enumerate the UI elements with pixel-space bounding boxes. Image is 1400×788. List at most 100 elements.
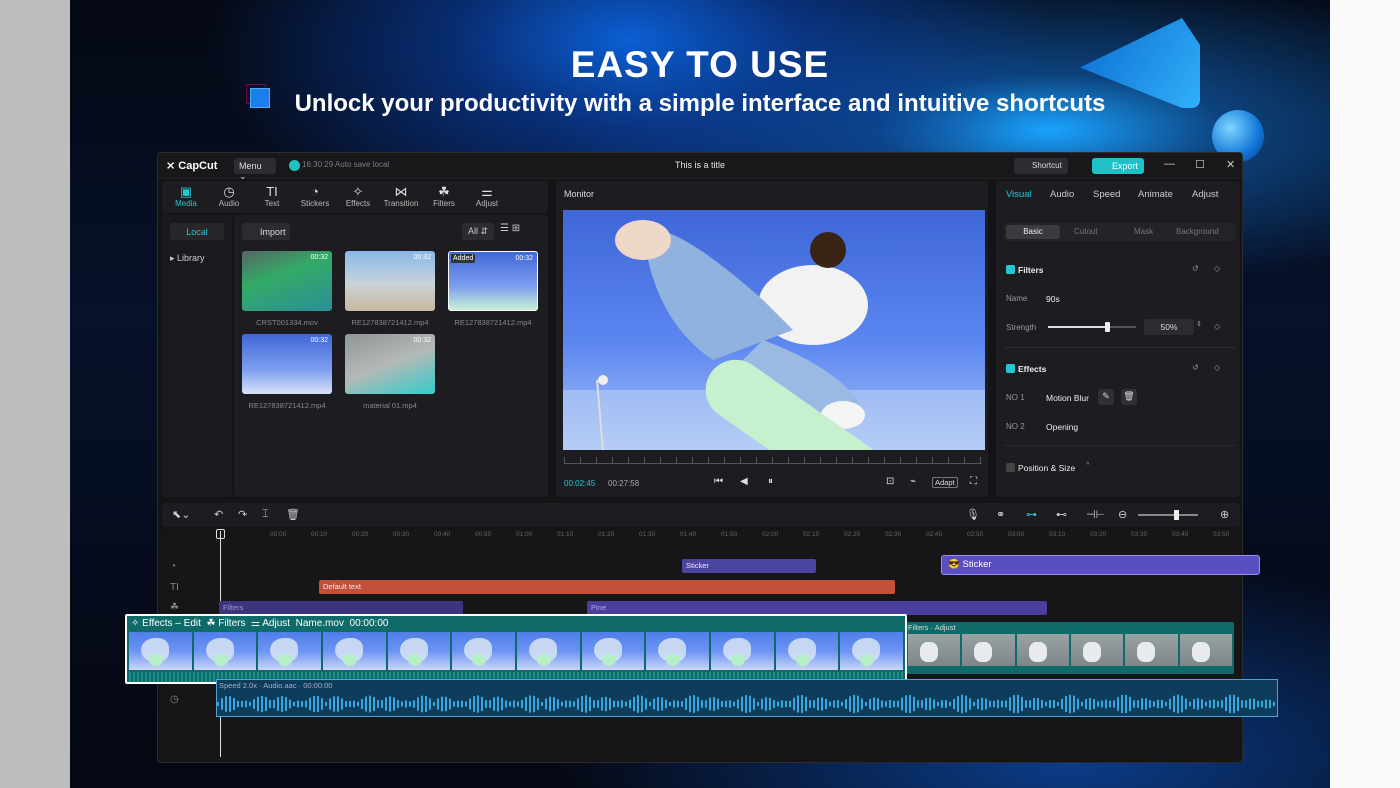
position-size-checkbox[interactable] (1006, 463, 1015, 472)
close-icon[interactable]: ✕ (1226, 158, 1235, 171)
strength-slider[interactable] (1048, 322, 1136, 332)
zoom-slider-handle[interactable] (1174, 510, 1179, 520)
tab-media[interactable]: ▣ Media (166, 184, 206, 208)
strength-slider-handle[interactable] (1104, 322, 1110, 332)
tab-transition[interactable]: ⋈ Transition (381, 184, 421, 208)
grid-view-icon[interactable]: ⊞ (512, 223, 520, 234)
pine-filter-clip[interactable]: Pine (587, 601, 1047, 615)
shortcut-button[interactable]: Shortcut (1014, 158, 1068, 174)
sticker-clip-label: Sticker (962, 559, 992, 570)
keyframe-icon[interactable]: ◇ (1214, 363, 1220, 372)
tab-stickers[interactable]: ◔ Stickers (295, 184, 335, 208)
time-ruler[interactable]: 00:00 00:10 00:20 00:30 00:40 00:50 01:00 01:10… (218, 529, 1238, 543)
subtab-background[interactable]: Background (1176, 227, 1219, 236)
divider (1004, 445, 1236, 446)
tab-visual[interactable]: Visual (1006, 189, 1032, 200)
video-frame (387, 632, 451, 670)
media-thumb[interactable]: Added 00:32 (448, 251, 538, 311)
text-clip-label: Default text (323, 582, 361, 591)
clip-effects-tag: Effects – Edit (142, 618, 201, 629)
magnet-icon[interactable]: ⊶ (1026, 508, 1037, 521)
clip-time: 00:00:00 (349, 618, 389, 629)
video-preview[interactable] (563, 210, 985, 450)
edit-icon[interactable]: ✎ (1098, 389, 1114, 405)
subtab-cutout[interactable]: Cutout (1074, 227, 1098, 236)
ruler-tick: 03:20 (1090, 531, 1107, 538)
tab-label: Adjust (475, 199, 499, 208)
pause-icon[interactable]: ⏸ (768, 476, 773, 487)
ruler-tick: 03:50 (1213, 531, 1230, 538)
tab-audio[interactable]: ◷ Audio (209, 184, 249, 208)
view-toggle[interactable]: ☰ ⊞ (500, 223, 520, 234)
minimize-icon[interactable]: — (1164, 158, 1175, 170)
zoom-in-icon[interactable]: ⊕ (1220, 508, 1229, 521)
sidebar-item-library[interactable]: ▸ Library (170, 253, 205, 264)
select-tool-icon[interactable]: ⬉⌄ (172, 508, 190, 521)
adapt-button[interactable]: Adapt (932, 477, 958, 488)
ruler-tick: 02:40 (926, 531, 943, 538)
chevron-up-icon[interactable]: ^ (1086, 462, 1089, 469)
tab-effects[interactable]: ✧ Effects (338, 184, 378, 208)
step-back-icon[interactable]: ◀ (740, 476, 748, 487)
filter-dropdown[interactable]: All ⇵ (462, 223, 495, 240)
audio-clip[interactable]: Speed 2.0x · Audio.aac · 00:00:00 (216, 679, 1278, 717)
adjust-icon: ⚌ (251, 618, 260, 629)
tab-audio[interactable]: Audio (1050, 189, 1074, 200)
align-icon[interactable]: ⊣⊢ (1086, 508, 1105, 521)
video-clip-selected[interactable]: ✧ Effects – Edit ☘ Filters ⚌ Adjust Name… (125, 614, 907, 684)
delete-icon[interactable]: 🗑 (286, 508, 300, 521)
video-frame (581, 632, 645, 670)
tab-adjust[interactable]: ⚌ Adjust (467, 184, 507, 208)
media-thumb[interactable]: 00:32 (345, 334, 435, 394)
media-thumb[interactable]: 00:32 (242, 334, 332, 394)
video-frame (452, 632, 516, 670)
connect-icon[interactable]: ⊷ (1056, 508, 1067, 521)
reset-icon[interactable]: ↺ (1192, 363, 1199, 372)
filters-checkbox[interactable] (1006, 265, 1015, 274)
filters-tag: Filters (908, 623, 929, 632)
maximize-icon[interactable]: ☐ (1195, 158, 1205, 171)
media-thumb[interactable]: 00:32 (242, 251, 332, 311)
filter-clip[interactable]: Filters (219, 601, 463, 615)
effects-checkbox[interactable] (1006, 364, 1015, 373)
media-thumb[interactable]: 00:32 (345, 251, 435, 311)
skip-back-icon[interactable]: ⏮ (714, 476, 723, 487)
fullscreen-icon[interactable]: ⛶ (970, 476, 977, 487)
audio-clip-header: Speed 2.0x · Audio.aac · 00:00:00 (219, 681, 333, 690)
redo-icon[interactable]: ↷ (238, 508, 247, 521)
zoom-slider[interactable] (1138, 510, 1198, 520)
text-clip[interactable]: Default text (319, 580, 895, 594)
timeline-toolbar: ⬉⌄ ↶ ↷ ⌶ 🗑 🎙 ⚭ ⊶ ⊷ ⊣⊢ ⊖ ⊕ (162, 503, 1240, 527)
tab-adjust[interactable]: Adjust (1192, 189, 1218, 200)
zoom-icon[interactable]: ⊡ (886, 476, 894, 487)
split-icon[interactable]: ⌶ (262, 508, 269, 521)
export-button[interactable]: Export (1092, 158, 1144, 174)
tab-speed[interactable]: Speed (1093, 189, 1120, 200)
link-icon[interactable]: ⚭ (996, 508, 1005, 521)
stepper-icon[interactable]: ⇕ (1196, 320, 1202, 328)
sticker-clip-selected[interactable]: 😎 Sticker (941, 555, 1260, 575)
subtab-mask[interactable]: Mask (1134, 227, 1153, 236)
sidebar-item-local[interactable]: Local (170, 223, 224, 240)
strength-input[interactable]: 50% (1144, 319, 1194, 335)
subtab-basic[interactable]: Basic (1006, 225, 1060, 239)
scrub-bar[interactable] (564, 457, 982, 464)
keyframe-icon[interactable]: ◇ (1214, 322, 1220, 331)
undo-icon[interactable]: ↶ (214, 508, 223, 521)
waveform-icon[interactable]: ⌁ (910, 476, 916, 487)
reset-icon[interactable]: ↺ (1192, 264, 1199, 273)
tab-filters[interactable]: ☘ Filters (424, 184, 464, 208)
delete-icon[interactable]: 🗑 (1121, 389, 1137, 405)
import-button[interactable]: Import (242, 223, 290, 240)
text-track-icon: TI (170, 582, 179, 593)
headline: EASY TO USE (570, 44, 830, 85)
sticker-clip[interactable]: Sticker (682, 559, 816, 573)
tab-animate[interactable]: Animate (1138, 189, 1173, 200)
microphone-icon[interactable]: 🎙 (966, 508, 980, 521)
video-clip-continuation[interactable]: Filters · Adjust (906, 622, 1234, 674)
zoom-out-icon[interactable]: ⊖ (1118, 508, 1127, 521)
keyframe-icon[interactable]: ◇ (1214, 264, 1220, 273)
tab-text[interactable]: TI Text (252, 184, 292, 208)
list-view-icon[interactable]: ☰ (500, 223, 509, 234)
properties-panel: Visual Audio Speed Animate Adjust Basic … (996, 181, 1240, 497)
